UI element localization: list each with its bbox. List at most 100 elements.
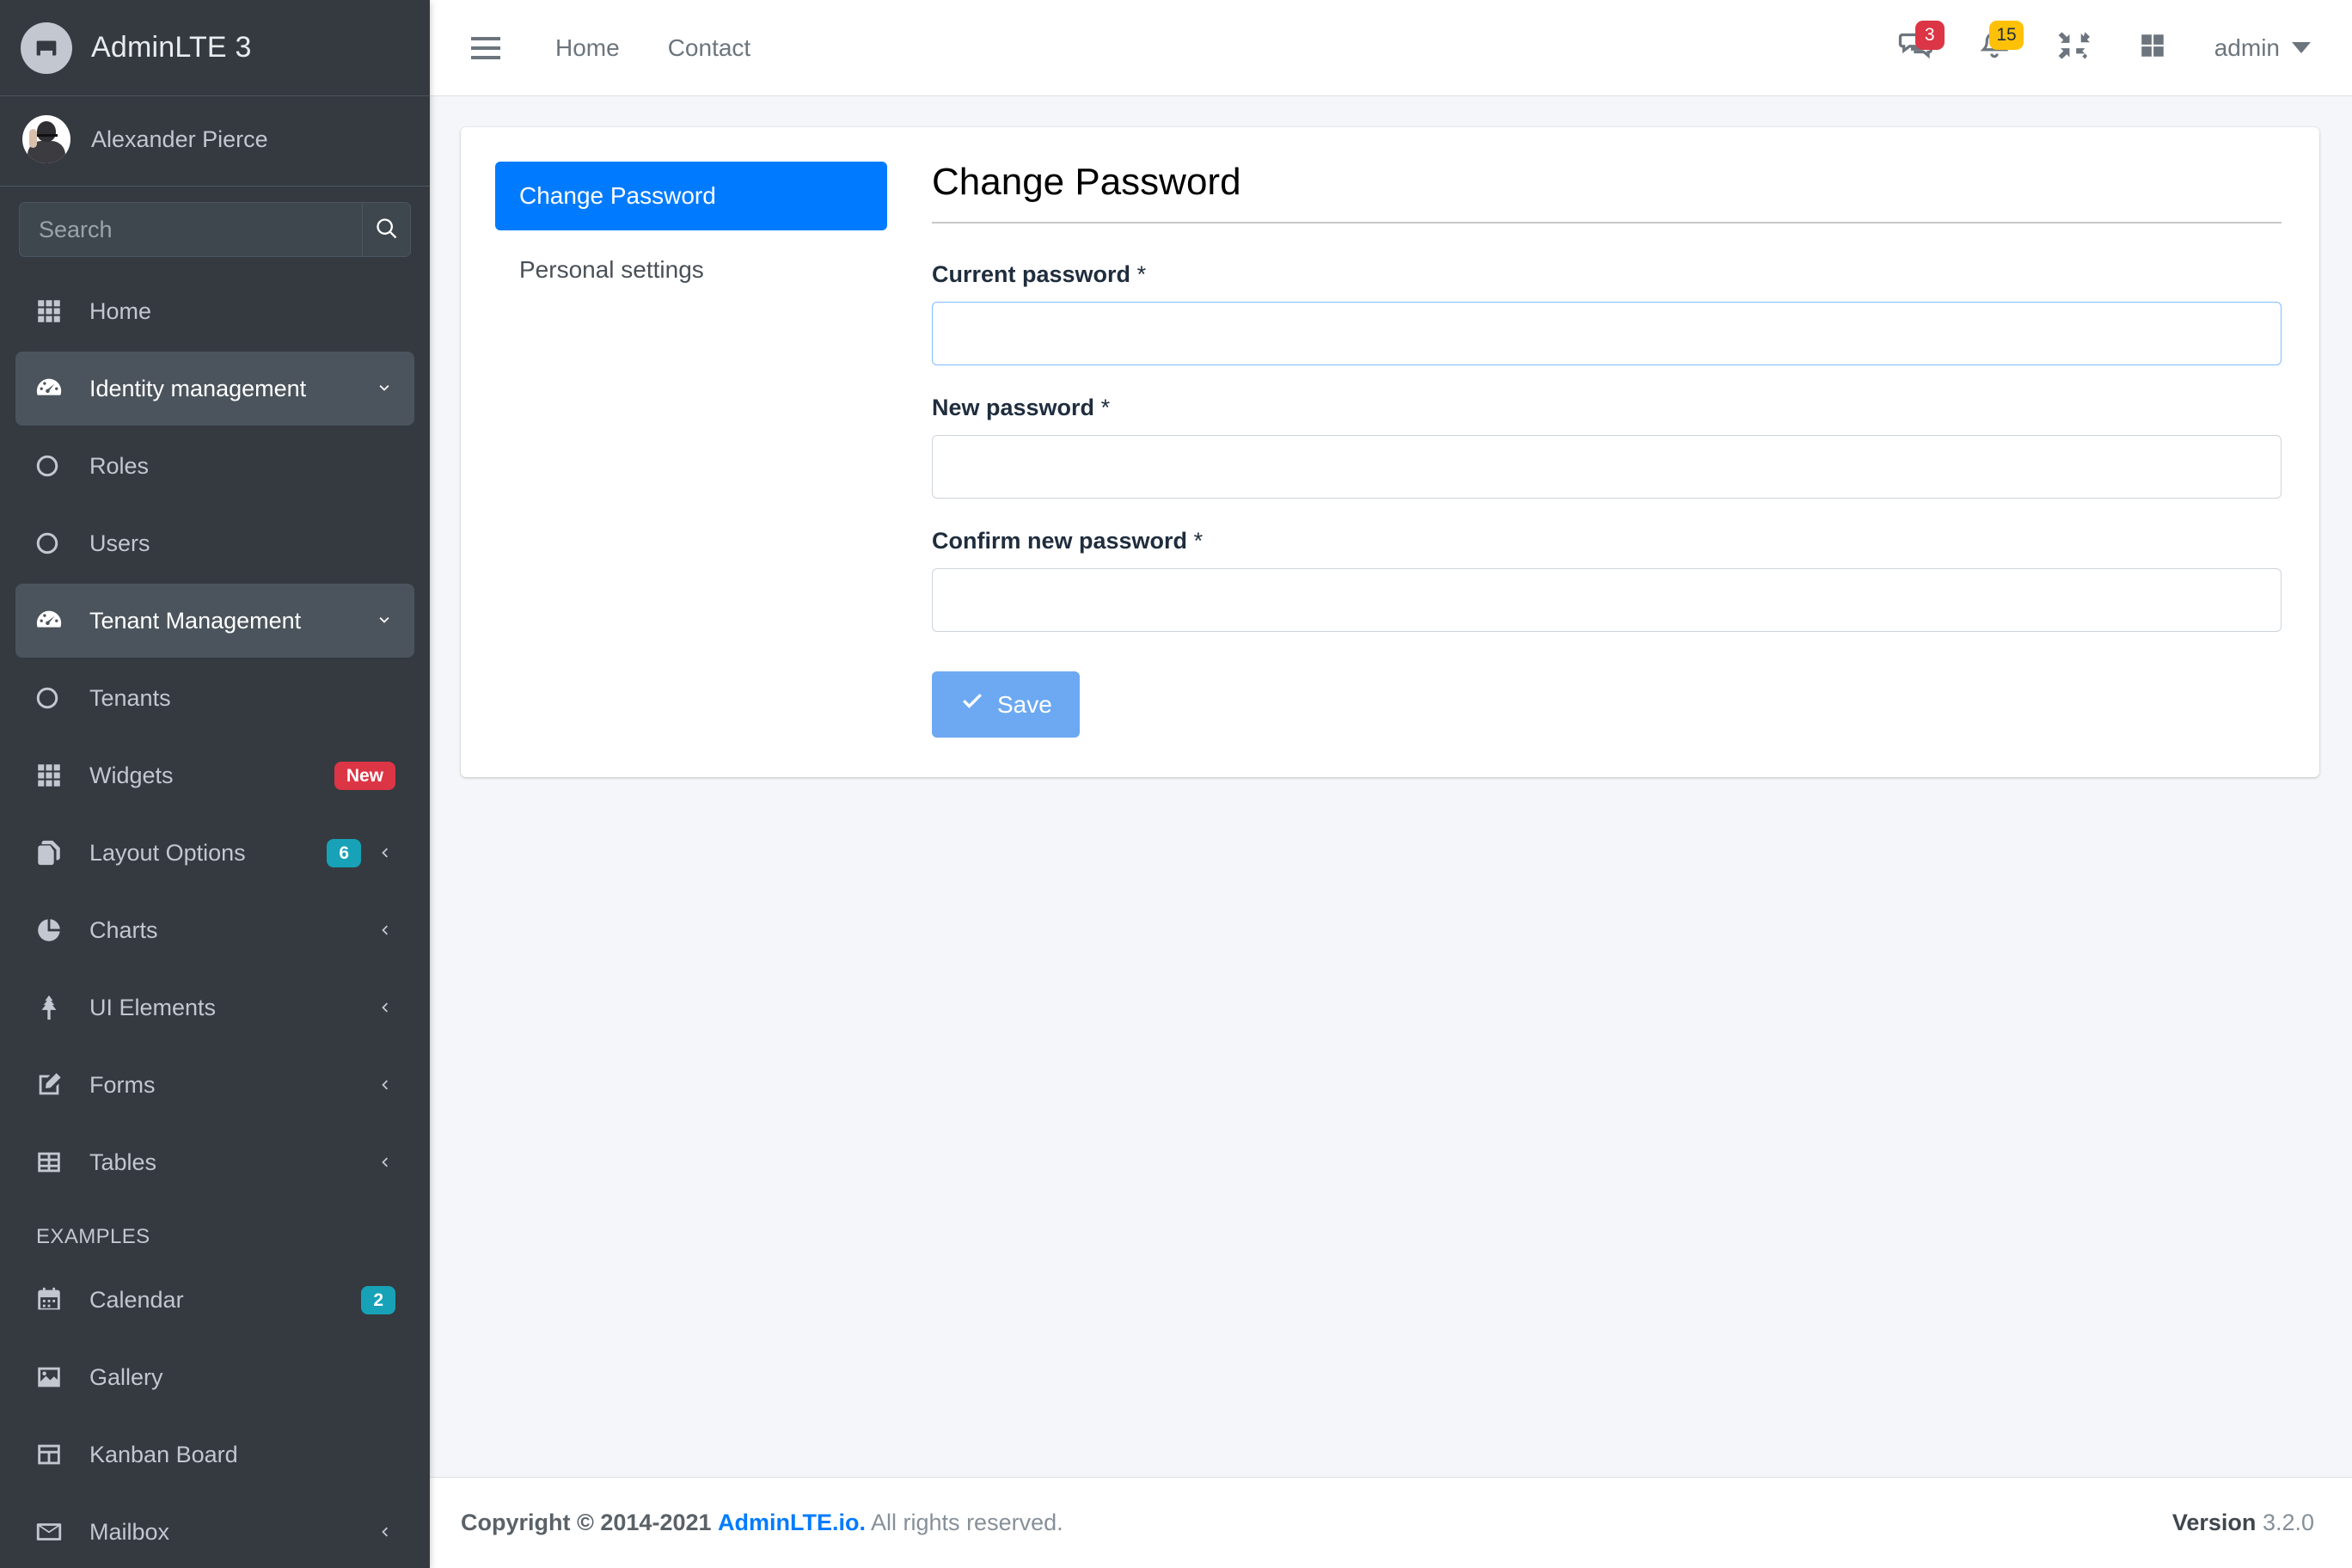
chevron-down-icon[interactable] xyxy=(373,377,395,400)
new-password-label: New password * xyxy=(932,395,2282,421)
sidebar-item-users[interactable]: Users xyxy=(15,506,414,580)
status-badge: New xyxy=(334,762,395,790)
user-panel-name: Alexander Pierce xyxy=(91,126,268,153)
adminlte-link[interactable]: AdminLTE.io. xyxy=(718,1510,866,1535)
sidebar-item-label: Layout Options xyxy=(89,840,315,867)
confirm-password-group: Confirm new password * xyxy=(932,528,2282,632)
tachometer-icon xyxy=(34,606,70,635)
save-button[interactable]: Save xyxy=(932,671,1080,738)
adminlte-logo-icon xyxy=(21,22,72,74)
hamburger-icon[interactable] xyxy=(459,21,512,75)
footer-version-label: Version xyxy=(2172,1510,2257,1535)
current-password-input[interactable] xyxy=(932,302,2282,365)
check-icon xyxy=(959,689,985,720)
tachometer-icon xyxy=(34,374,70,403)
chevron-left-icon[interactable] xyxy=(373,919,395,941)
required-marker: * xyxy=(1101,395,1111,420)
circle-icon xyxy=(34,453,70,479)
user-panel[interactable]: Alexander Pierce xyxy=(0,96,430,187)
chevron-down-icon[interactable] xyxy=(373,609,395,632)
navbar-link-contact[interactable]: Contact xyxy=(644,34,775,62)
settings-card: Change Password Personal settings Change… xyxy=(461,127,2319,777)
sidebar-item-calendar[interactable]: Calendar 2 xyxy=(15,1263,414,1337)
chevron-left-icon[interactable] xyxy=(373,842,395,864)
sidebar-item-tenants[interactable]: Tenants xyxy=(15,661,414,735)
search-input[interactable] xyxy=(20,203,362,256)
change-password-form: Change Password Current password * New p… xyxy=(925,162,2282,738)
copy-icon xyxy=(34,838,70,867)
sidebar-nav: Home Identity management Roles Users xyxy=(0,271,430,1568)
confirm-password-input[interactable] xyxy=(932,568,2282,632)
save-button-label: Save xyxy=(997,691,1052,719)
chevron-left-icon[interactable] xyxy=(373,1074,395,1096)
sidebar-item-label: Forms xyxy=(89,1072,361,1099)
notifications-button[interactable]: 15 xyxy=(1955,14,2034,83)
title-divider xyxy=(932,222,2282,224)
sidebar-item-forms[interactable]: Forms xyxy=(15,1048,414,1122)
footer-copyright-suffix: All rights reserved. xyxy=(871,1510,1063,1535)
page-title: Change Password xyxy=(932,162,2282,203)
sidebar-item-gallery[interactable]: Gallery xyxy=(15,1340,414,1414)
sidebar-item-label: Home xyxy=(89,298,395,325)
status-badge: 2 xyxy=(361,1286,395,1314)
tab-change-password[interactable]: Change Password xyxy=(495,162,887,230)
sidebar-item-roles[interactable]: Roles xyxy=(15,429,414,503)
sidebar-item-label: Tenants xyxy=(89,685,395,712)
sidebar-item-label: Kanban Board xyxy=(89,1442,395,1468)
current-password-group: Current password * xyxy=(932,261,2282,365)
current-password-label: Current password * xyxy=(932,261,2282,288)
sidebar-item-label: Users xyxy=(89,530,395,557)
sidebar-search xyxy=(0,187,430,271)
messages-button[interactable]: 3 xyxy=(1876,14,1955,83)
user-dropdown[interactable]: admin xyxy=(2192,34,2319,62)
sidebar-item-kanban-board[interactable]: Kanban Board xyxy=(15,1418,414,1491)
grid-icon xyxy=(34,761,70,790)
required-marker: * xyxy=(1137,261,1147,287)
th-large-icon xyxy=(2138,31,2167,64)
messages-badge: 3 xyxy=(1915,21,1945,50)
tree-icon xyxy=(34,993,70,1022)
brand-header[interactable]: AdminLTE 3 xyxy=(0,0,430,96)
page-footer: Copyright © 2014-2021 AdminLTE.io. All r… xyxy=(430,1477,2352,1568)
chevron-left-icon[interactable] xyxy=(373,1521,395,1543)
sidebar-item-label: Calendar xyxy=(89,1287,349,1314)
sidebar-item-mailbox[interactable]: Mailbox xyxy=(15,1495,414,1568)
sidebar-item-label: Mailbox xyxy=(89,1519,361,1546)
footer-version: Version 3.2.0 xyxy=(2172,1510,2314,1536)
search-button[interactable] xyxy=(362,203,410,256)
columns-icon xyxy=(34,1440,70,1469)
pie-chart-icon xyxy=(34,916,70,945)
content-area: Change Password Personal settings Change… xyxy=(430,96,2352,1477)
compress-arrows-icon xyxy=(2057,29,2090,66)
new-password-label-text: New password xyxy=(932,395,1094,420)
sidebar-item-tables[interactable]: Tables xyxy=(15,1125,414,1199)
apps-button[interactable] xyxy=(2113,14,2192,83)
sidebar-item-layout-options[interactable]: Layout Options 6 xyxy=(15,816,414,890)
tab-personal-settings[interactable]: Personal settings xyxy=(495,236,887,304)
edit-icon xyxy=(34,1070,70,1099)
sidebar-item-label: Tables xyxy=(89,1149,361,1176)
calendar-icon xyxy=(34,1285,70,1314)
sidebar-item-charts[interactable]: Charts xyxy=(15,893,414,967)
navbar-link-home[interactable]: Home xyxy=(531,34,644,62)
footer-copyright-prefix: Copyright © 2014-2021 xyxy=(461,1510,712,1535)
sidebar-item-identity-management[interactable]: Identity management xyxy=(15,352,414,426)
sidebar-item-label: Identity management xyxy=(89,376,361,402)
search-icon xyxy=(375,217,399,243)
new-password-input[interactable] xyxy=(932,435,2282,499)
top-navbar: Home Contact 3 xyxy=(430,0,2352,96)
sidebar-section-header: EXAMPLES xyxy=(0,1203,430,1263)
chevron-left-icon[interactable] xyxy=(373,996,395,1019)
brand-title: AdminLTE 3 xyxy=(91,31,252,64)
fullscreen-button[interactable] xyxy=(2034,14,2113,83)
avatar xyxy=(22,115,70,163)
sidebar-item-tenant-management[interactable]: Tenant Management xyxy=(15,584,414,658)
sidebar-item-home[interactable]: Home xyxy=(15,274,414,348)
current-password-label-text: Current password xyxy=(932,261,1130,287)
sidebar-item-ui-elements[interactable]: UI Elements xyxy=(15,971,414,1044)
chevron-left-icon[interactable] xyxy=(373,1151,395,1173)
sidebar-item-widgets[interactable]: Widgets New xyxy=(15,738,414,812)
table-icon xyxy=(34,1148,70,1177)
circle-icon xyxy=(34,530,70,556)
new-password-group: New password * xyxy=(932,395,2282,499)
